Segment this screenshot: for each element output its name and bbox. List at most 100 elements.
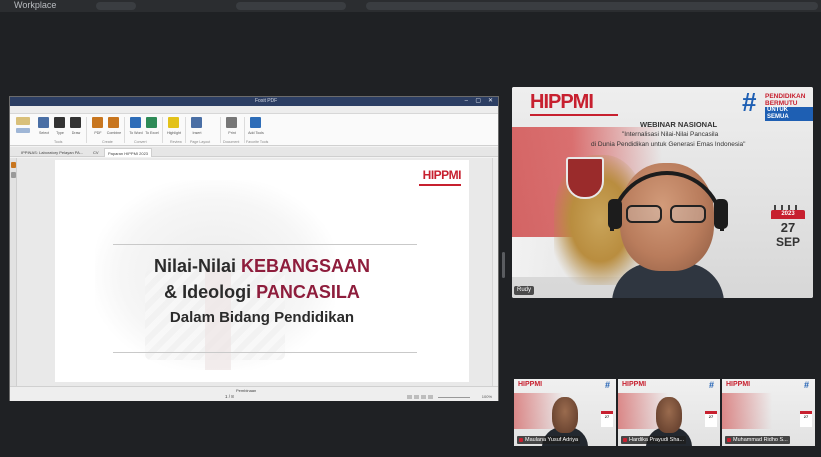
top-control[interactable]	[366, 2, 818, 10]
navigation-panel[interactable]	[10, 158, 17, 386]
title-text: & Ideologi	[164, 282, 257, 302]
shared-screen: Foxit PDF – ▢ ✕ File Home Convert Review…	[9, 96, 499, 401]
participant-avatar	[552, 397, 578, 433]
vertical-scrollbar[interactable]	[492, 158, 498, 386]
doc-tab[interactable]: CV	[90, 148, 102, 157]
title-text: Nilai-Nilai	[153, 256, 241, 276]
ribbon-label: Combine	[106, 131, 122, 135]
zoom-slider[interactable]	[438, 397, 470, 398]
banner-subtitle: di Dunia Pendidikan untuk Generasi Emas …	[591, 141, 746, 148]
top-control[interactable]	[96, 2, 136, 10]
print-icon[interactable]	[226, 117, 237, 128]
insert-page-icon[interactable]	[191, 117, 202, 128]
calendar-icon: 27	[601, 411, 613, 427]
calendar-icon: 2023 27 SEP	[771, 205, 805, 261]
title-highlight: PANCASILA	[256, 282, 360, 302]
calendar-month: SEP	[775, 235, 800, 249]
pdf-ribbon: Select Type Draw Tools PDF Combine Creat…	[10, 114, 498, 146]
hand-tool-icon[interactable]	[16, 117, 30, 125]
view-mode-icon[interactable]	[428, 395, 433, 399]
ribbon-group-label: Page Layout	[190, 140, 211, 144]
participant-tile[interactable]: HIPPMI # 27 Hardika Prayudi Sha...	[618, 379, 720, 446]
main-speaker-video[interactable]: HIPPMI WEBINAR NASIONAL "Internalisasi N…	[512, 87, 813, 298]
top-control[interactable]	[236, 2, 346, 10]
mic-muted-icon	[519, 437, 523, 442]
participant-name-tag: Maulana Yusuf Adriya	[517, 436, 581, 444]
view-mode-icon[interactable]	[421, 395, 426, 399]
window-title: Workplace	[14, 0, 57, 10]
calendar-year: 2023	[771, 210, 805, 219]
pdf-titlebar: Foxit PDF – ▢ ✕	[10, 97, 498, 112]
doc-tab-active[interactable]: Paparan HIPPMI 2023	[104, 148, 153, 157]
document-viewport[interactable]: HIPPMI Nilai-Nilai KEBANGSAAN & Ideologi…	[17, 158, 494, 386]
calendar-icon: 27	[705, 411, 717, 427]
slide-subtitle: Dalam Bidang Pendidikan	[169, 309, 355, 326]
slide-logo: HIPPMI	[422, 168, 462, 182]
quick-access-toolbar[interactable]	[14, 99, 74, 112]
ribbon-label: Draw	[71, 131, 81, 135]
banner-subtitle: "Internalisasi Nilai-Nilai Pancasila	[622, 131, 719, 138]
view-mode-icon[interactable]	[407, 395, 412, 399]
doc-tab[interactable]: IPPINAS: Laboratory Pelayan PA...	[18, 148, 86, 157]
calendar-icon: 27	[800, 411, 812, 427]
to-word-icon[interactable]	[130, 117, 141, 128]
banner-tag: PENDIDIKAN	[765, 93, 806, 100]
draw-tool-icon[interactable]	[70, 117, 81, 128]
participant-name: Hardika Prayudi Sha...	[629, 437, 685, 443]
pdf-menubar: File Home Convert Review Page Layout For…	[10, 106, 498, 120]
ribbon-group-label: Create	[102, 140, 113, 144]
close-button[interactable]: ✕	[488, 98, 493, 105]
to-excel-icon[interactable]	[146, 117, 157, 128]
pdf-create-icon[interactable]	[92, 117, 103, 128]
banner-tag: UNTUK SEMUA	[765, 107, 813, 121]
tile-logo: HIPPMI	[518, 381, 543, 388]
divider	[113, 352, 417, 353]
status-label: Pembinaan	[236, 388, 257, 393]
slide-title-line1: Nilai-Nilai KEBANGSAAN	[55, 256, 469, 277]
minimize-button[interactable]: –	[465, 98, 468, 105]
hashtag-icon: #	[604, 380, 610, 390]
add-tools-icon[interactable]	[250, 117, 261, 128]
banner-title: WEBINAR NASIONAL	[640, 120, 718, 129]
select-text-icon[interactable]	[16, 128, 30, 133]
combine-icon[interactable]	[108, 117, 119, 128]
ribbon-label: Insert	[192, 131, 202, 135]
speaker-name-tag: Rudy	[514, 286, 535, 295]
participant-tile[interactable]: HIPPMI # 27 Muhammad Ridho S...	[722, 379, 815, 446]
type-tool-icon[interactable]	[54, 117, 65, 128]
top-bar: Workplace	[0, 0, 821, 12]
tile-logo: HIPPMI	[726, 381, 751, 388]
hashtag-icon: #	[742, 87, 757, 117]
bookmark-icon[interactable]	[11, 162, 16, 168]
view-mode-icon[interactable]	[414, 395, 419, 399]
ribbon-label: Highlight	[167, 131, 181, 135]
ribbon-group-label: Tools	[54, 140, 63, 144]
select-tool-icon[interactable]	[38, 117, 49, 128]
participant-name: Maulana Yusuf Adriya	[525, 437, 579, 443]
highlight-icon[interactable]	[168, 117, 179, 128]
hashtag-icon: #	[803, 380, 809, 390]
ribbon-group-label: Document	[223, 140, 240, 144]
slide-title-line2: & Ideologi PANCASILA	[55, 282, 469, 303]
pages-icon[interactable]	[11, 172, 16, 178]
slide-page: HIPPMI Nilai-Nilai KEBANGSAAN & Ideologi…	[55, 160, 469, 382]
calendar-day: 27	[780, 220, 796, 235]
hashtag-icon: #	[708, 380, 714, 390]
panel-resize-handle[interactable]	[502, 252, 505, 278]
emblem-shield	[566, 157, 604, 199]
ribbon-group-label: Favorite Tools	[246, 140, 269, 144]
participant-tile[interactable]: HIPPMI # 27 Maulana Yusuf Adriya	[514, 379, 616, 446]
participant-name-tag: Muhammad Ridho S...	[725, 436, 790, 444]
document-tabs: IPPINAS: Laboratory Pelayan PA... CV Pap…	[10, 147, 498, 157]
pdf-statusbar: Pembinaan 1 / 8 100%	[10, 386, 498, 401]
speaker-person	[608, 161, 728, 298]
page-navigator[interactable]: 1 / 8	[225, 394, 234, 400]
tile-logo: HIPPMI	[622, 381, 647, 388]
banner-logo: HIPPMI	[530, 91, 594, 113]
ribbon-label: Print	[228, 131, 236, 135]
zoom-level: 100%	[481, 394, 492, 399]
ribbon-label: To Excel	[145, 131, 159, 135]
ribbon-group-label: Review	[170, 140, 182, 144]
mic-muted-icon	[623, 437, 627, 442]
maximize-button[interactable]: ▢	[475, 98, 481, 105]
